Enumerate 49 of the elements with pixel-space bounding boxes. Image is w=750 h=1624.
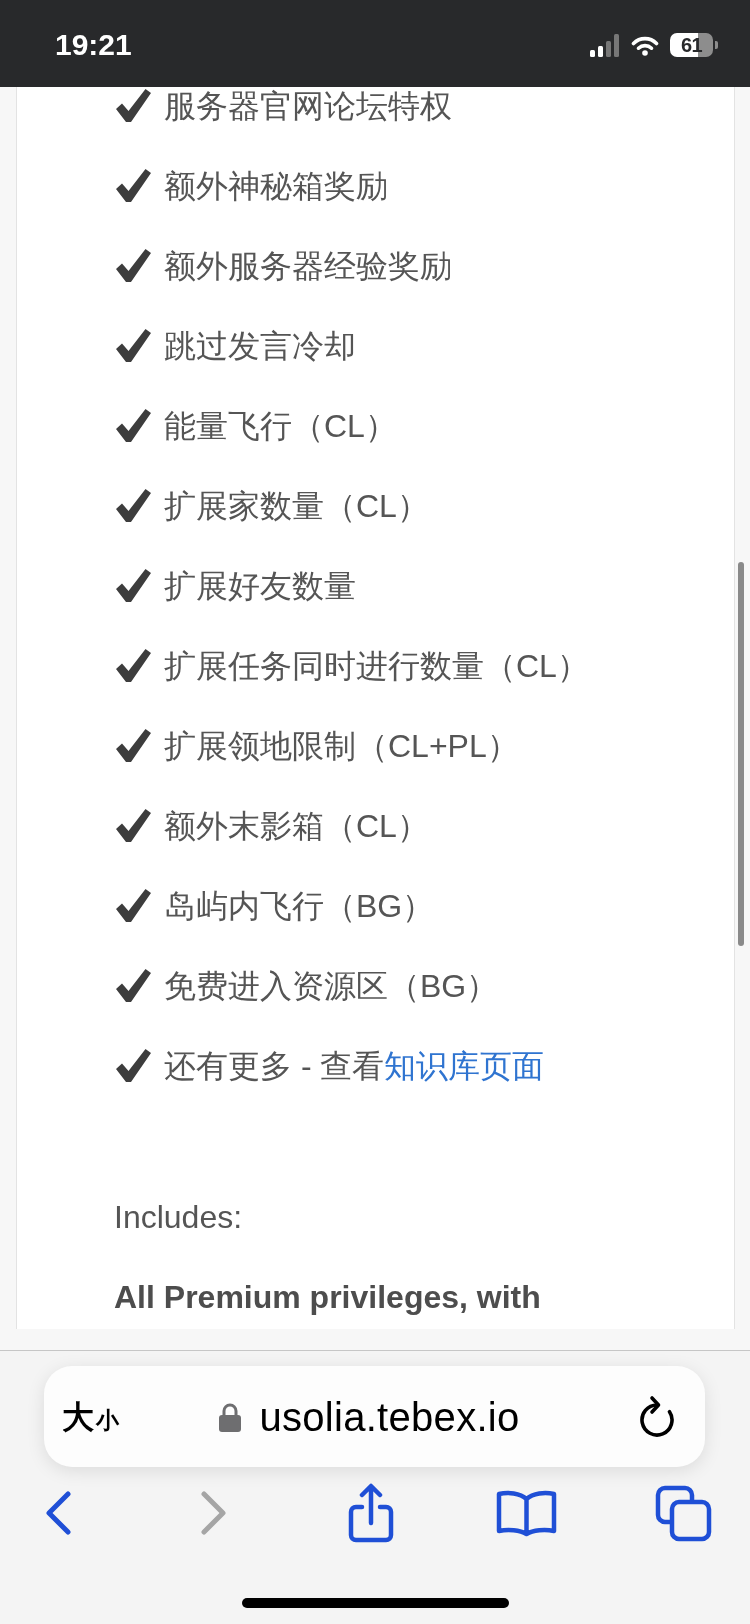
reload-button[interactable]	[638, 1395, 676, 1438]
includes-label: Includes:	[114, 1198, 243, 1237]
feature-text: 还有更多 - 查看知识库页面	[164, 1047, 545, 1086]
check-icon	[116, 889, 151, 923]
feature-text: 岛屿内飞行（BG）	[164, 887, 435, 926]
check-icon	[116, 729, 151, 763]
check-icon	[116, 89, 151, 123]
feature-text: 扩展好友数量	[164, 567, 356, 606]
feature-text: 额外服务器经验奖励	[164, 247, 452, 286]
address-field[interactable]: usolia.tebex.io	[259, 1392, 520, 1441]
feature-text: 扩展家数量（CL）	[164, 487, 429, 526]
feature-text: 扩展领地限制（CL+PL）	[164, 727, 519, 766]
status-time: 19:21	[55, 30, 132, 60]
includes-summary: All Premium privileges, with	[114, 1278, 541, 1317]
check-icon	[116, 809, 151, 843]
battery-cap-icon	[715, 41, 718, 49]
back-button[interactable]	[44, 1490, 72, 1536]
share-icon	[346, 1482, 395, 1544]
book-icon	[496, 1489, 558, 1537]
battery-level: 61	[670, 33, 713, 57]
check-icon	[116, 969, 151, 1003]
check-icon	[116, 169, 151, 203]
feature-text: 服务器官网论坛特权	[164, 87, 452, 126]
share-button[interactable]	[346, 1482, 395, 1544]
check-icon	[116, 649, 151, 683]
wifi-icon	[631, 34, 659, 56]
feature-text: 额外末影箱（CL）	[164, 807, 429, 846]
knowledge-base-link[interactable]: 知识库页面	[384, 1048, 545, 1084]
scrollbar-thumb[interactable]	[738, 562, 744, 946]
check-icon	[116, 329, 151, 363]
bookmarks-button[interactable]	[496, 1489, 558, 1537]
feature-text: 扩展任务同时进行数量（CL）	[164, 647, 589, 686]
check-icon	[116, 569, 151, 603]
reload-icon	[638, 1395, 676, 1438]
text-size-button[interactable]: 大小	[62, 1400, 119, 1433]
squares-icon	[654, 1484, 712, 1542]
check-icon	[116, 1049, 151, 1083]
feature-text: 额外神秘箱奖励	[164, 167, 388, 206]
check-icon	[116, 409, 151, 443]
lock-icon	[218, 1401, 243, 1432]
check-icon	[116, 249, 151, 283]
tabs-button[interactable]	[654, 1484, 712, 1542]
chevron-left-icon	[44, 1490, 72, 1536]
check-icon	[116, 489, 151, 523]
feature-text: 免费进入资源区（BG）	[164, 967, 499, 1006]
feature-text: 能量飞行（CL）	[164, 407, 397, 446]
signal-icon	[590, 33, 620, 57]
feature-text: 跳过发言冷却	[164, 327, 356, 366]
chevron-right-icon	[200, 1490, 229, 1536]
